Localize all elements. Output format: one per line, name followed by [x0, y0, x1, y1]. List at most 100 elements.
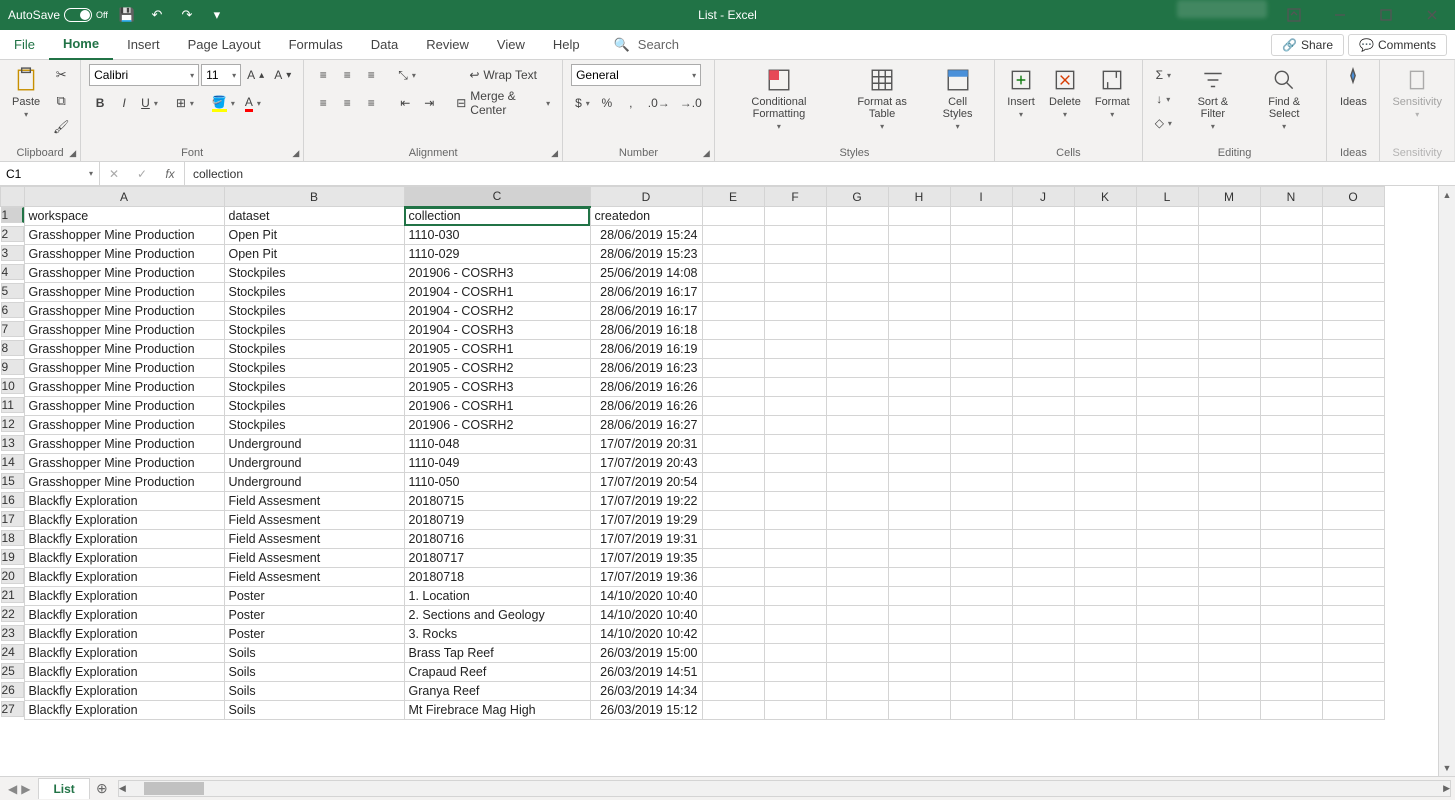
cell[interactable]: 26/03/2019 15:00: [590, 644, 702, 663]
cell[interactable]: [1012, 530, 1074, 549]
cell[interactable]: 28/06/2019 16:26: [590, 397, 702, 416]
cell[interactable]: [950, 283, 1012, 302]
cell[interactable]: [1136, 701, 1198, 720]
autosave-toggle[interactable]: AutoSave Off: [8, 8, 108, 22]
cell[interactable]: 14/10/2020 10:40: [590, 587, 702, 606]
cell[interactable]: Underground: [224, 473, 404, 492]
cell[interactable]: [950, 264, 1012, 283]
cell[interactable]: [764, 682, 826, 701]
scroll-right-icon[interactable]: ▶: [1443, 780, 1450, 797]
cell[interactable]: [764, 378, 826, 397]
cell[interactable]: Blackfly Exploration: [24, 530, 224, 549]
cell[interactable]: [1198, 245, 1260, 264]
cell[interactable]: [826, 378, 888, 397]
cell[interactable]: [888, 359, 950, 378]
cell[interactable]: [764, 549, 826, 568]
cell[interactable]: Stockpiles: [224, 359, 404, 378]
cell[interactable]: [1198, 397, 1260, 416]
cell[interactable]: Field Assesment: [224, 568, 404, 587]
scroll-up-icon[interactable]: ▲: [1439, 186, 1455, 203]
column-header[interactable]: M: [1198, 187, 1260, 207]
cell[interactable]: [1198, 435, 1260, 454]
number-format-select[interactable]: General▾: [571, 64, 701, 86]
cell[interactable]: [888, 663, 950, 682]
format-as-table-button[interactable]: Format as Table▾: [841, 64, 923, 133]
cell[interactable]: [1136, 264, 1198, 283]
cell[interactable]: Grasshopper Mine Production: [24, 226, 224, 245]
row-header[interactable]: 21: [1, 587, 24, 603]
cell[interactable]: [1198, 416, 1260, 435]
cell[interactable]: [1322, 416, 1384, 435]
cell[interactable]: Grasshopper Mine Production: [24, 473, 224, 492]
cell[interactable]: Grasshopper Mine Production: [24, 283, 224, 302]
cell[interactable]: [702, 416, 764, 435]
cell[interactable]: Underground: [224, 454, 404, 473]
cell[interactable]: [1260, 340, 1322, 359]
cell[interactable]: [764, 644, 826, 663]
cell[interactable]: [702, 340, 764, 359]
cell[interactable]: [1074, 302, 1136, 321]
cell[interactable]: [1136, 492, 1198, 511]
align-bottom-icon[interactable]: ≡: [360, 64, 382, 86]
cell[interactable]: [1136, 340, 1198, 359]
cell[interactable]: [826, 245, 888, 264]
cell[interactable]: [702, 302, 764, 321]
cell[interactable]: 201905 - COSRH1: [404, 340, 590, 359]
cell[interactable]: 28/06/2019 16:17: [590, 283, 702, 302]
cell[interactable]: 28/06/2019 16:27: [590, 416, 702, 435]
row-header[interactable]: 4: [1, 264, 24, 280]
cell[interactable]: 201906 - COSRH1: [404, 397, 590, 416]
row-header[interactable]: 9: [1, 359, 24, 375]
cell[interactable]: Poster: [224, 587, 404, 606]
dialog-launcher-icon[interactable]: ◢: [703, 148, 710, 159]
cell[interactable]: 17/07/2019 19:35: [590, 549, 702, 568]
maximize-icon[interactable]: [1363, 0, 1409, 30]
cell[interactable]: Soils: [224, 644, 404, 663]
row-header[interactable]: 17: [1, 511, 24, 527]
cell[interactable]: [1074, 359, 1136, 378]
cell[interactable]: [950, 682, 1012, 701]
cell[interactable]: [764, 454, 826, 473]
orientation-icon[interactable]: ⤡▾: [394, 64, 420, 86]
cell[interactable]: [1074, 397, 1136, 416]
cell[interactable]: [888, 302, 950, 321]
cell[interactable]: 28/06/2019 16:23: [590, 359, 702, 378]
cell[interactable]: [888, 492, 950, 511]
cell[interactable]: 1110-029: [404, 245, 590, 264]
cell[interactable]: [888, 530, 950, 549]
cell[interactable]: [1260, 568, 1322, 587]
cell[interactable]: Field Assesment: [224, 530, 404, 549]
cell[interactable]: [888, 435, 950, 454]
row-header[interactable]: 1: [1, 207, 24, 223]
column-header[interactable]: G: [826, 187, 888, 207]
cell[interactable]: Grasshopper Mine Production: [24, 245, 224, 264]
cell[interactable]: [950, 606, 1012, 625]
minimize-icon[interactable]: [1317, 0, 1363, 30]
cell[interactable]: [1074, 701, 1136, 720]
cell[interactable]: 26/03/2019 14:34: [590, 682, 702, 701]
tab-review[interactable]: Review: [412, 30, 483, 60]
cell[interactable]: [1074, 682, 1136, 701]
cell[interactable]: [888, 511, 950, 530]
cell[interactable]: [1260, 321, 1322, 340]
cell[interactable]: [1322, 549, 1384, 568]
cell[interactable]: [1136, 568, 1198, 587]
cell[interactable]: Soils: [224, 701, 404, 720]
column-header[interactable]: F: [764, 187, 826, 207]
cell[interactable]: [1012, 264, 1074, 283]
cell[interactable]: [1260, 359, 1322, 378]
cell[interactable]: [950, 701, 1012, 720]
cell[interactable]: [1322, 283, 1384, 302]
cell[interactable]: 20180716: [404, 530, 590, 549]
cell[interactable]: [1136, 435, 1198, 454]
cell[interactable]: [950, 473, 1012, 492]
insert-function-icon[interactable]: fx: [156, 162, 184, 185]
cell[interactable]: [1074, 435, 1136, 454]
cell[interactable]: 28/06/2019 16:26: [590, 378, 702, 397]
cell[interactable]: [764, 511, 826, 530]
cell[interactable]: [764, 226, 826, 245]
enter-formula-icon[interactable]: ✓: [128, 162, 156, 185]
cell[interactable]: [764, 606, 826, 625]
cell[interactable]: [826, 340, 888, 359]
cell[interactable]: [950, 492, 1012, 511]
